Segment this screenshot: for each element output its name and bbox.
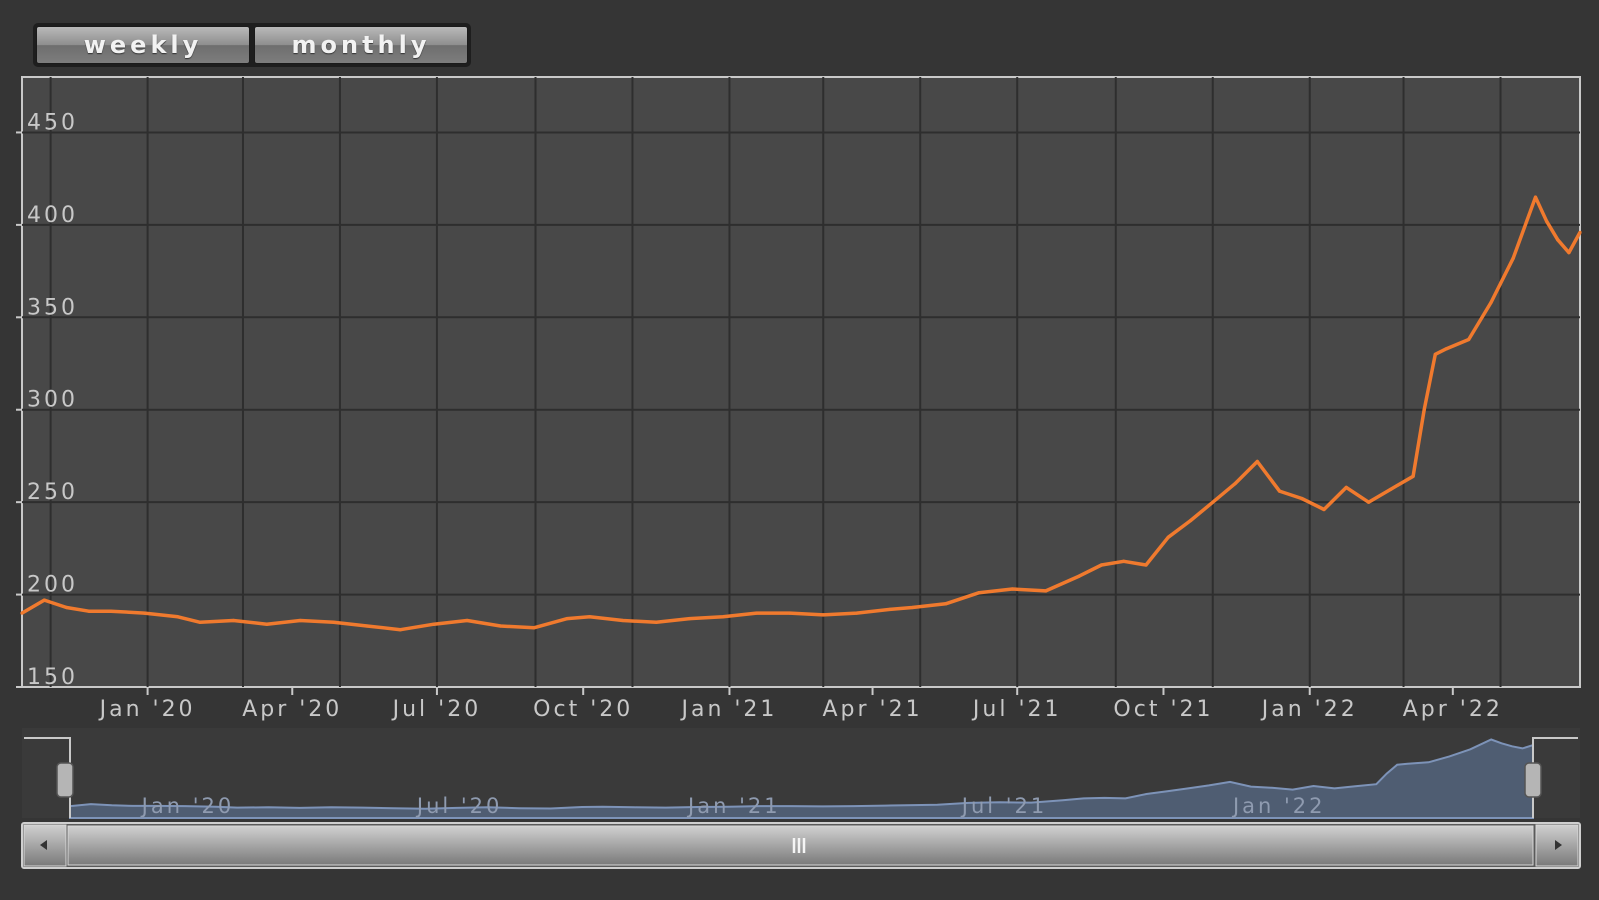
x-tick-label: Oct '20 <box>533 697 633 722</box>
price-point <box>1300 496 1304 501</box>
price-point <box>1144 563 1148 567</box>
price-point <box>332 620 336 624</box>
price-point <box>1044 589 1048 593</box>
scrollbar-thumb[interactable] <box>67 825 1534 866</box>
price-point <box>532 626 536 630</box>
navigator-label: Jul '20 <box>415 794 503 818</box>
price-point <box>109 609 113 613</box>
price-point <box>1389 487 1393 491</box>
x-tick-label: Apr '21 <box>822 697 922 722</box>
x-tick-label: Jul '20 <box>391 697 482 722</box>
price-point <box>1367 500 1371 504</box>
y-tick-label: 300 <box>27 388 78 413</box>
price-point <box>432 622 436 626</box>
price-point <box>298 618 302 623</box>
x-tick-label: Apr '20 <box>242 697 342 722</box>
price-point <box>1277 489 1282 493</box>
price-point <box>1211 500 1215 504</box>
price-point <box>1567 251 1571 255</box>
navigator-label: Jan '20 <box>140 794 235 818</box>
price-point <box>977 591 981 595</box>
price-point <box>888 607 892 612</box>
price-point <box>398 628 402 632</box>
price-point <box>265 622 269 626</box>
price-point <box>1444 347 1449 351</box>
price-point <box>87 609 91 613</box>
price-point <box>654 620 658 624</box>
navigator-label: Jan '21 <box>686 794 781 818</box>
price-point <box>20 611 24 615</box>
price-point <box>1556 238 1560 242</box>
x-tick-label: Jan '21 <box>679 697 777 722</box>
price-point <box>231 618 235 623</box>
price-point <box>621 618 625 623</box>
price-point <box>1422 408 1426 412</box>
price-point <box>688 617 692 621</box>
price-point <box>721 615 725 619</box>
y-tick-label: 200 <box>27 573 78 598</box>
navigator-label: Jan '22 <box>1231 794 1326 818</box>
price-point <box>788 611 792 615</box>
price-point <box>1411 474 1415 478</box>
price-point <box>176 615 180 619</box>
y-tick-label: 400 <box>27 203 78 228</box>
price-point <box>1578 230 1582 234</box>
y-tick-label: 250 <box>27 480 78 505</box>
price-point <box>754 611 759 615</box>
y-tick-label: 350 <box>27 295 78 320</box>
price-point <box>1533 195 1538 199</box>
price-point <box>1344 485 1348 489</box>
price-point <box>498 624 503 628</box>
price-point <box>588 615 592 619</box>
price-point <box>1489 300 1493 305</box>
price-point <box>910 605 914 610</box>
price-point <box>365 624 369 628</box>
x-tick-label: Apr '22 <box>1403 697 1503 722</box>
navigator-handle-left-icon[interactable] <box>56 762 74 798</box>
price-point <box>1233 482 1237 486</box>
navigator-label: Jul '21 <box>960 794 1048 818</box>
price-point <box>1255 459 1259 464</box>
price-point <box>1322 507 1326 512</box>
price-point <box>855 611 859 615</box>
price-point <box>1099 563 1104 567</box>
price-point <box>565 617 569 621</box>
price-point <box>198 620 202 624</box>
x-tick-label: Jan '20 <box>98 697 196 722</box>
x-tick-label: Oct '21 <box>1113 697 1213 722</box>
price-point <box>64 605 69 610</box>
price-point <box>1433 352 1437 356</box>
price-point <box>1077 574 1081 578</box>
y-tick-label: 150 <box>27 665 78 690</box>
price-point <box>1467 337 1471 342</box>
price-point <box>142 611 146 615</box>
x-tick-label: Jul '21 <box>971 697 1062 722</box>
price-point <box>944 602 948 606</box>
price-point <box>1545 219 1549 223</box>
price-point <box>42 598 46 602</box>
price-point <box>1166 535 1170 539</box>
y-tick-label: 450 <box>27 110 78 135</box>
price-point <box>1010 587 1015 591</box>
price-point <box>1511 256 1515 260</box>
x-tick-label: Jan '22 <box>1260 697 1358 722</box>
price-point <box>1122 559 1126 563</box>
price-point <box>821 613 825 617</box>
price-point <box>465 618 469 623</box>
navigator-handle-right-icon[interactable] <box>1524 762 1542 798</box>
price-point <box>1188 519 1193 523</box>
stock-chart: 150 200 250 300 350 400 450 Jan '20 Apr '20 Jul '… <box>16 76 1582 869</box>
